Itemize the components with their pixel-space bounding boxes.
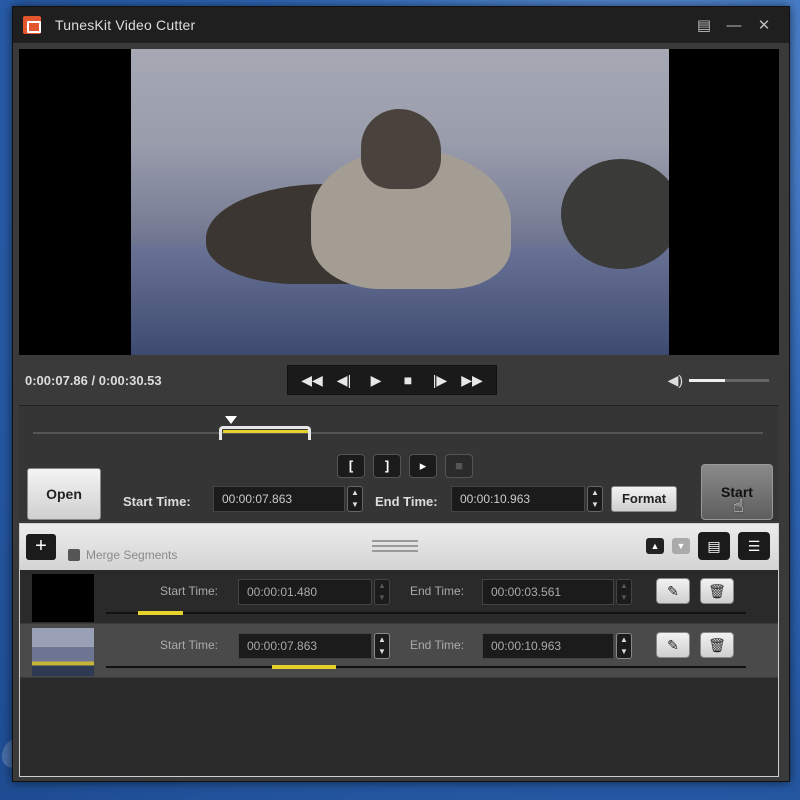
segment-start-label: Start Time: xyxy=(160,584,219,598)
step-back-icon[interactable]: ◀| xyxy=(328,372,360,389)
current-time: 0:00:07.86 xyxy=(25,372,88,388)
delete-segment-icon[interactable]: 🗑 xyxy=(700,632,734,658)
playhead-marker[interactable] xyxy=(225,416,237,424)
volume-fill xyxy=(689,378,725,382)
start-time-spinner[interactable]: ▲ ▼ xyxy=(347,486,363,512)
window-title: TunesKit Video Cutter xyxy=(55,17,196,33)
timecode: 0:00:07.86 / 0:00:30.53 xyxy=(19,373,279,388)
segment-end-spinner[interactable]: ▲ ▼ xyxy=(616,579,632,605)
segment-end-input[interactable]: 00:00:03.561 xyxy=(482,579,614,605)
minimize-icon[interactable]: — xyxy=(719,17,749,34)
segment-track xyxy=(106,666,746,668)
set-end-marker-button[interactable]: ] xyxy=(373,454,401,478)
video-frame xyxy=(131,49,669,355)
timeline-track[interactable] xyxy=(33,432,763,434)
volume-slider[interactable] xyxy=(689,378,769,382)
segment-range-fill xyxy=(272,665,337,669)
skip-forward-icon[interactable]: ▶▶ xyxy=(456,372,488,389)
list-icon[interactable]: ☰ xyxy=(738,532,770,560)
end-time-input[interactable]: 00:00:10.963 xyxy=(451,486,585,512)
edit-segment-icon[interactable]: ✎ xyxy=(656,632,690,658)
edit-segment-icon[interactable]: ✎ xyxy=(656,578,690,604)
segment-toolbar-actions: ▲ ▼ ▤ ☰ xyxy=(646,532,770,560)
segment-range-fill xyxy=(138,611,183,615)
volume-control[interactable]: ◀) xyxy=(668,372,769,389)
close-icon[interactable]: ✕ xyxy=(749,16,779,34)
transport-bar: ◀◀ ◀| ▶ ■ |▶ ▶▶ xyxy=(287,365,497,395)
playback-controls: 0:00:07.86 / 0:00:30.53 ◀◀ ◀| ▶ ■ |▶ ▶▶ … xyxy=(19,357,779,403)
title-bar[interactable]: TunesKit Video Cutter ▤ — ✕ xyxy=(13,7,789,43)
step-forward-icon[interactable]: |▶ xyxy=(424,372,456,389)
start-time-label: Start Time: xyxy=(123,494,191,509)
segment-end-label: End Time: xyxy=(410,584,465,598)
folder-icon[interactable]: ▤ xyxy=(698,532,730,560)
segment-track xyxy=(106,612,746,614)
stop-preview-button[interactable]: ■ xyxy=(445,454,473,478)
app-logo-icon xyxy=(23,16,41,34)
drag-grip-icon[interactable] xyxy=(372,540,418,554)
start-time-input[interactable]: 00:00:07.863 xyxy=(213,486,345,512)
edit-panel: [ ] ▸ ■ Open Start Time: 00:00:07.863 ▲ ▼… xyxy=(19,405,779,521)
total-time: 0:00:30.53 xyxy=(98,372,162,388)
stop-icon[interactable]: ■ xyxy=(392,372,424,388)
open-button[interactable]: Open xyxy=(27,468,101,520)
merge-checkbox[interactable] xyxy=(68,549,80,561)
delete-segment-icon[interactable]: 🗑 xyxy=(700,578,734,604)
merge-segments-option[interactable]: Merge Segments xyxy=(68,548,177,562)
video-player[interactable] xyxy=(19,49,779,355)
segment-start-label: Start Time: xyxy=(160,638,219,652)
segment-thumbnail xyxy=(32,574,94,622)
merge-label: Merge Segments xyxy=(86,548,178,562)
segment-end-input[interactable]: 00:00:10.963 xyxy=(482,633,614,659)
segment-row-active[interactable]: Start Time: 00:00:07.863 ▲ ▼ End Time: 00… xyxy=(20,624,778,678)
segment-start-spinner[interactable]: ▲ ▼ xyxy=(374,579,390,605)
segment-thumbnail xyxy=(32,628,94,676)
seal-shape xyxy=(561,159,669,269)
preview-segment-button[interactable]: ▸ xyxy=(409,454,437,478)
time-separator: / xyxy=(87,372,99,388)
segment-list-panel: + Merge Segments ▲ ▼ ▤ ☰ Start Time: 00:… xyxy=(19,523,779,777)
segment-start-spinner[interactable]: ▲ ▼ xyxy=(374,633,390,659)
set-start-marker-button[interactable]: [ xyxy=(337,454,365,478)
marker-buttons: [ ] ▸ ■ xyxy=(337,454,473,478)
hand-cursor-icon: ☝ xyxy=(733,496,744,516)
play-icon[interactable]: ▶ xyxy=(360,372,392,389)
move-up-icon[interactable]: ▲ xyxy=(646,538,664,554)
segment-start-input[interactable]: 00:00:01.480 xyxy=(238,579,372,605)
restore-icon[interactable]: ▤ xyxy=(689,16,719,34)
segment-end-spinner[interactable]: ▲ ▼ xyxy=(616,633,632,659)
app-window: TunesKit Video Cutter ▤ — ✕ 0:00:07.86 /… xyxy=(12,6,790,782)
segment-toolbar: + Merge Segments ▲ ▼ ▤ ☰ xyxy=(20,524,778,570)
end-time-label: End Time: xyxy=(375,494,438,509)
move-down-icon[interactable]: ▼ xyxy=(672,538,690,554)
selection-handles[interactable] xyxy=(219,426,311,440)
segment-end-label: End Time: xyxy=(410,638,465,652)
seal-shape xyxy=(361,109,441,189)
segment-start-input[interactable]: 00:00:07.863 xyxy=(238,633,372,659)
segment-row[interactable]: Start Time: 00:00:01.480 ▲ ▼ End Time: 00… xyxy=(20,570,778,624)
skip-back-icon[interactable]: ◀◀ xyxy=(296,372,328,389)
speaker-icon[interactable]: ◀) xyxy=(668,372,683,389)
format-button[interactable]: Format xyxy=(611,486,677,512)
end-time-spinner[interactable]: ▲ ▼ xyxy=(587,486,603,512)
add-segment-button[interactable]: + xyxy=(26,534,56,560)
